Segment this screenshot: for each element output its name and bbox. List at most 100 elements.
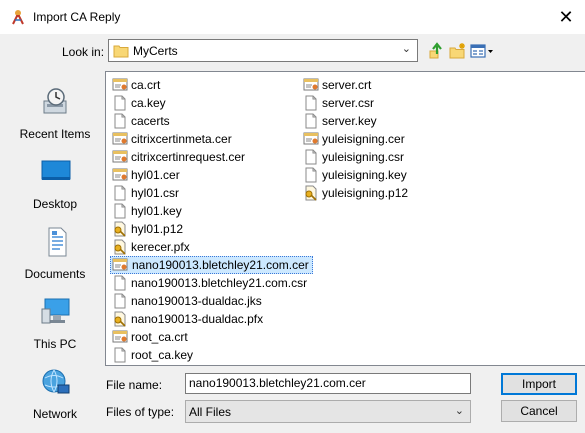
place-this-pc[interactable]: This PC bbox=[12, 297, 98, 361]
places-bar: Recent Items Desktop Documents This PC N… bbox=[12, 72, 98, 430]
file-name: server.crt bbox=[322, 78, 372, 92]
files-of-type-label: Files of type: bbox=[106, 405, 175, 419]
file-name: hyl01.p12 bbox=[131, 222, 184, 236]
file-item[interactable]: yuleisigning.key bbox=[301, 166, 410, 184]
file-item[interactable]: root_ca.key bbox=[110, 346, 196, 364]
file-item[interactable]: nano190013-dualdac.pfx bbox=[110, 310, 266, 328]
chevron-down-icon: ⌄ bbox=[401, 43, 411, 55]
file-name: ca.crt bbox=[131, 78, 161, 92]
import-button[interactable]: Import bbox=[501, 373, 577, 395]
file-item[interactable]: yuleisigning.p12 bbox=[301, 184, 411, 202]
file-name: root_ca.key bbox=[131, 348, 194, 362]
look-in-dropdown[interactable]: MyCerts ⌄ bbox=[108, 39, 418, 62]
certificate-icon bbox=[112, 257, 128, 273]
file-icon bbox=[303, 95, 319, 111]
file-name: server.key bbox=[322, 114, 377, 128]
file-name: citrixcertinmeta.cer bbox=[131, 132, 232, 146]
file-item[interactable]: ca.key bbox=[110, 94, 169, 112]
place-desktop[interactable]: Desktop bbox=[12, 157, 98, 221]
file-name: nano190013-dualdac.pfx bbox=[131, 312, 264, 326]
file-item[interactable]: hyl01.cer bbox=[110, 166, 183, 184]
file-name: ca.key bbox=[131, 96, 166, 110]
file-item[interactable]: yuleisigning.csr bbox=[301, 148, 407, 166]
key-file-icon bbox=[112, 311, 128, 327]
file-icon bbox=[303, 113, 319, 129]
file-icon bbox=[112, 95, 128, 111]
certificate-icon bbox=[303, 77, 319, 93]
folder-icon bbox=[113, 45, 129, 58]
file-name: hyl01.key bbox=[131, 204, 182, 218]
file-item[interactable]: citrixcertinmeta.cer bbox=[110, 130, 235, 148]
key-file-icon bbox=[112, 239, 128, 255]
file-name: nano190013-dualdac.jks bbox=[131, 294, 262, 308]
file-item[interactable]: root_ca.crt bbox=[110, 328, 191, 346]
certificate-icon bbox=[303, 131, 319, 147]
file-icon bbox=[112, 347, 128, 363]
close-button[interactable]: ✕ bbox=[548, 4, 584, 30]
file-name: server.csr bbox=[322, 96, 375, 110]
file-name: yuleisigning.csr bbox=[322, 150, 405, 164]
file-item[interactable]: nano190013.bletchley21.com.cer bbox=[110, 256, 313, 274]
file-item[interactable]: cacerts bbox=[110, 112, 173, 130]
place-label: Documents bbox=[24, 267, 86, 281]
file-item[interactable]: hyl01.csr bbox=[110, 184, 182, 202]
title-bar: Import CA Reply ✕ bbox=[0, 0, 585, 34]
recent-items-icon bbox=[43, 88, 67, 114]
place-label: Recent Items bbox=[19, 127, 91, 141]
key-file-icon bbox=[303, 185, 319, 201]
file-item[interactable]: nano190013.bletchley21.com.csr bbox=[110, 274, 310, 292]
file-item[interactable]: server.crt bbox=[301, 76, 374, 94]
file-name-input[interactable]: nano190013.bletchley21.com.cer bbox=[185, 373, 471, 394]
certificate-icon bbox=[112, 167, 128, 183]
look-in-value: MyCerts bbox=[133, 44, 178, 58]
key-file-icon bbox=[112, 221, 128, 237]
file-name: kerecer.pfx bbox=[131, 240, 190, 254]
up-one-level-icon[interactable] bbox=[428, 42, 446, 60]
place-recent-items[interactable]: Recent Items bbox=[12, 87, 98, 151]
file-item[interactable]: citrixcertinrequest.cer bbox=[110, 148, 248, 166]
window-title: Import CA Reply bbox=[33, 10, 121, 24]
file-name-label: File name: bbox=[106, 378, 163, 392]
file-icon bbox=[112, 275, 128, 291]
file-item[interactable]: kerecer.pfx bbox=[110, 238, 193, 256]
desktop-icon bbox=[41, 160, 71, 180]
java-app-icon bbox=[12, 10, 24, 25]
certificate-icon bbox=[112, 149, 128, 165]
new-folder-icon[interactable] bbox=[449, 42, 467, 60]
file-icon bbox=[303, 149, 319, 165]
file-name: yuleisigning.p12 bbox=[322, 186, 409, 200]
network-icon bbox=[42, 369, 70, 394]
file-item[interactable]: hyl01.p12 bbox=[110, 220, 186, 238]
file-item[interactable]: server.key bbox=[301, 112, 380, 130]
cancel-button[interactable]: Cancel bbox=[501, 400, 577, 422]
files-of-type-dropdown[interactable]: All Files ⌄ bbox=[185, 400, 471, 423]
file-name: hyl01.cer bbox=[131, 168, 180, 182]
file-item[interactable]: nano190013-dualdac.jks bbox=[110, 292, 265, 310]
file-icon bbox=[303, 167, 319, 183]
look-in-label: Look in: bbox=[62, 45, 105, 59]
place-label: Network bbox=[32, 407, 77, 421]
certificate-icon bbox=[112, 77, 128, 93]
file-icon bbox=[112, 203, 128, 219]
file-item[interactable]: hyl01.key bbox=[110, 202, 185, 220]
place-documents[interactable]: Documents bbox=[12, 227, 98, 291]
file-icon bbox=[112, 113, 128, 129]
file-name: hyl01.csr bbox=[131, 186, 180, 200]
files-of-type-value: All Files bbox=[189, 405, 232, 419]
file-name: yuleisigning.key bbox=[322, 168, 407, 182]
file-name: nano190013.bletchley21.com.csr bbox=[131, 276, 308, 290]
close-icon: ✕ bbox=[558, 7, 574, 27]
place-label: This PC bbox=[33, 337, 77, 351]
file-name: root_ca.crt bbox=[131, 330, 188, 344]
file-name: citrixcertinrequest.cer bbox=[131, 150, 246, 164]
file-name: nano190013.bletchley21.com.cer bbox=[132, 258, 309, 272]
view-menu-icon[interactable] bbox=[470, 42, 494, 60]
file-item[interactable]: ca.crt bbox=[110, 76, 163, 94]
file-icon bbox=[112, 293, 128, 309]
place-label: Desktop bbox=[32, 197, 78, 211]
file-item[interactable]: yuleisigning.cer bbox=[301, 130, 408, 148]
file-item[interactable]: server.csr bbox=[301, 94, 377, 112]
this-pc-icon bbox=[41, 298, 70, 324]
file-list[interactable]: ca.crt ca.key cacerts citrixcertinmeta.cer c… bbox=[105, 71, 585, 366]
place-network[interactable]: Network bbox=[12, 367, 98, 431]
